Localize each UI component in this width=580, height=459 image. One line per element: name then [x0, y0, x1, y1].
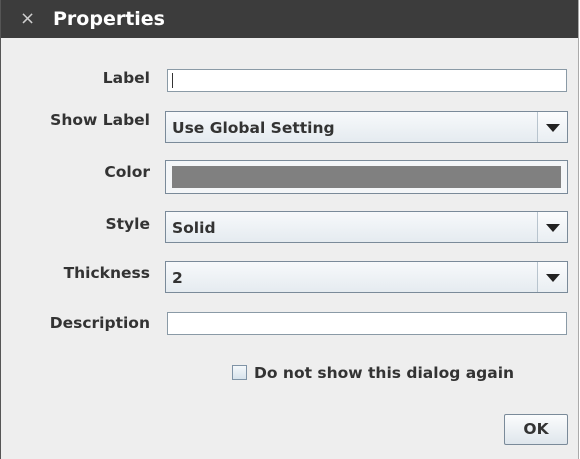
show-label-dropdown[interactable]: Use Global Setting	[165, 111, 568, 143]
label-input[interactable]	[167, 69, 567, 92]
ok-button[interactable]: OK	[504, 414, 568, 445]
thickness-selected: 2	[172, 269, 183, 287]
style-selected: Solid	[172, 219, 216, 237]
show-label-field-label: Show Label	[50, 111, 150, 129]
style-dropdown[interactable]: Solid	[165, 211, 568, 243]
do-not-show-again-label[interactable]: Do not show this dialog again	[254, 363, 514, 383]
thickness-field-label: Thickness	[63, 264, 150, 282]
description-field-label: Description	[49, 314, 150, 332]
color-field-label: Color	[104, 163, 150, 181]
color-picker-button[interactable]	[165, 160, 568, 194]
show-label-selected: Use Global Setting	[172, 119, 335, 137]
close-icon[interactable]: ×	[20, 8, 35, 30]
chevron-down-icon[interactable]	[537, 112, 567, 142]
chevron-down-icon[interactable]	[537, 212, 567, 242]
properties-dialog: × Properties Label Show Label Use Global…	[0, 0, 579, 459]
do-not-show-again-checkbox[interactable]	[232, 365, 247, 380]
title-bar[interactable]: × Properties	[1, 0, 578, 38]
style-field-label: Style	[105, 215, 150, 233]
dialog-title: Properties	[53, 8, 165, 30]
color-swatch	[172, 166, 561, 188]
description-input[interactable]	[167, 312, 567, 335]
chevron-down-icon[interactable]	[537, 262, 567, 292]
thickness-dropdown[interactable]: 2	[165, 261, 568, 293]
text-caret	[172, 73, 173, 88]
label-field-label: Label	[102, 69, 150, 87]
